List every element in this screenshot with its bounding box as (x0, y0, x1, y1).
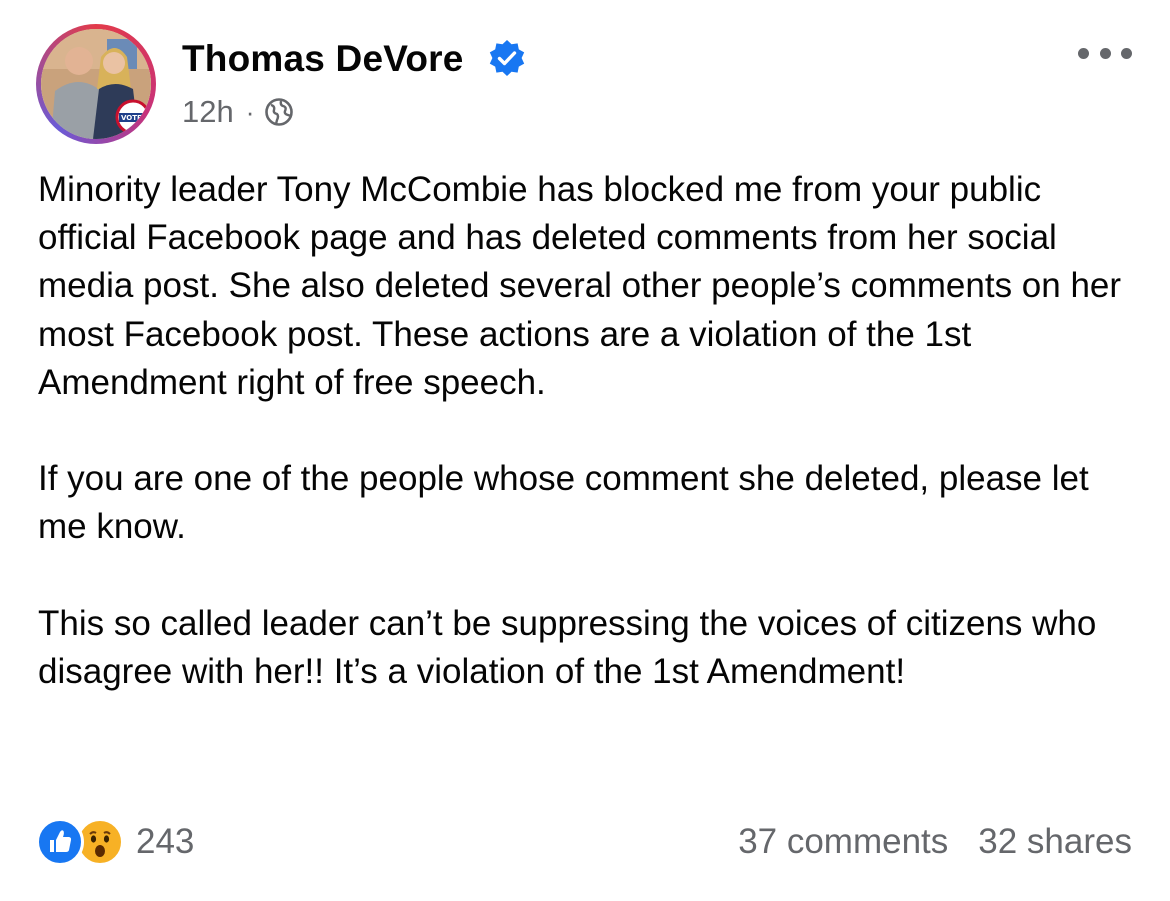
globe-icon[interactable] (264, 97, 294, 127)
meta-separator: · (245, 96, 255, 127)
reaction-count: 243 (136, 822, 195, 861)
post-paragraph: This so called leader can’t be suppressi… (38, 603, 1097, 691)
profile-avatar[interactable]: VOTE! (36, 24, 156, 144)
author-name[interactable]: Thomas DeVore (182, 38, 464, 80)
avatar-photo: VOTE! (41, 29, 151, 139)
facebook-post: VOTE! Thomas DeVore 12h · Minority leade… (0, 0, 1170, 901)
post-time[interactable]: 12h (182, 94, 234, 130)
post-paragraph: Minority leader Tony McCombie has blocke… (38, 170, 1122, 402)
more-dot (1121, 47, 1132, 59)
more-dot (1078, 47, 1089, 59)
post-text: Minority leader Tony McCombie has blocke… (38, 166, 1138, 696)
more-dot (1099, 47, 1111, 59)
engagement-counts: 37 comments 32 shares (738, 818, 1132, 866)
vote-badge-text: VOTE! (121, 114, 145, 122)
reactions-summary[interactable]: 243 (36, 818, 194, 866)
verified-badge-icon (489, 40, 525, 76)
post-paragraph: If you are one of the people whose comme… (38, 459, 1089, 547)
shares-count-link[interactable]: 32 shares (978, 822, 1132, 862)
more-options-button[interactable] (1078, 38, 1132, 68)
like-icon (36, 818, 84, 866)
post-meta: 12h · (182, 92, 294, 132)
comments-count-link[interactable]: 37 comments (738, 822, 948, 862)
